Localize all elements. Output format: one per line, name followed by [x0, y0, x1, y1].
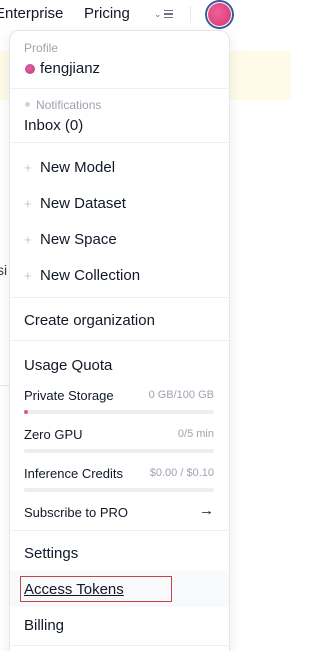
background-partial-text: si	[0, 262, 8, 278]
user-dropdown-menu: Profile fengjianz Notifications Inbox (0…	[9, 30, 230, 651]
nav-pricing-link[interactable]: Pricing	[84, 5, 130, 22]
divider	[10, 297, 229, 298]
new-dataset-link[interactable]: New Dataset	[40, 195, 126, 212]
profile-username-link[interactable]: fengjianz	[40, 60, 100, 77]
notifications-heading: Notifications	[36, 98, 102, 112]
private-storage-label: Private Storage	[24, 388, 114, 403]
zero-gpu-value: 0/5 min	[177, 428, 214, 440]
new-model-link[interactable]: New Model	[40, 159, 115, 176]
plus-icon: +	[24, 196, 32, 211]
plus-icon: +	[24, 160, 32, 175]
billing-link[interactable]: Billing	[24, 617, 64, 634]
notification-dot-icon	[25, 102, 30, 107]
chevron-down-icon: ⌄	[154, 8, 162, 19]
nav-divider	[190, 6, 191, 23]
divider	[10, 530, 229, 531]
list-icon	[163, 10, 173, 18]
avatar-image	[207, 2, 232, 27]
create-organization-link[interactable]: Create organization	[24, 312, 155, 329]
subscribe-pro-link[interactable]: Subscribe to PRO	[24, 505, 128, 520]
inbox-link[interactable]: Inbox (0)	[24, 117, 83, 134]
divider	[10, 88, 229, 89]
private-storage-bar-fill	[24, 410, 28, 414]
settings-link[interactable]: Settings	[24, 545, 78, 562]
user-avatar-button[interactable]	[205, 0, 234, 29]
inference-credits-bar	[24, 488, 214, 492]
profile-avatar-icon	[25, 64, 35, 74]
zero-gpu-bar	[24, 449, 214, 453]
plus-icon: +	[24, 268, 32, 283]
private-storage-value: 0 GB/100 GB	[148, 389, 214, 401]
inference-credits-label: Inference Credits	[24, 466, 123, 481]
divider	[10, 142, 229, 143]
highlight-box	[20, 576, 172, 602]
arrow-right-icon: →	[199, 502, 214, 519]
profile-heading: Profile	[24, 41, 59, 55]
divider	[10, 340, 229, 341]
top-navigation: Enterprise Pricing ⌄	[0, 0, 291, 30]
plus-icon: +	[24, 232, 32, 247]
usage-quota-heading[interactable]: Usage Quota	[24, 357, 112, 374]
divider	[10, 645, 229, 646]
new-space-link[interactable]: New Space	[40, 231, 117, 248]
more-menu-button[interactable]: ⌄	[154, 7, 176, 21]
zero-gpu-label: Zero GPU	[24, 427, 83, 442]
nav-enterprise-link[interactable]: Enterprise	[0, 5, 63, 22]
private-storage-bar	[24, 410, 214, 414]
new-collection-link[interactable]: New Collection	[40, 267, 140, 284]
inference-credits-value: $0.00 / $0.10	[149, 467, 214, 479]
